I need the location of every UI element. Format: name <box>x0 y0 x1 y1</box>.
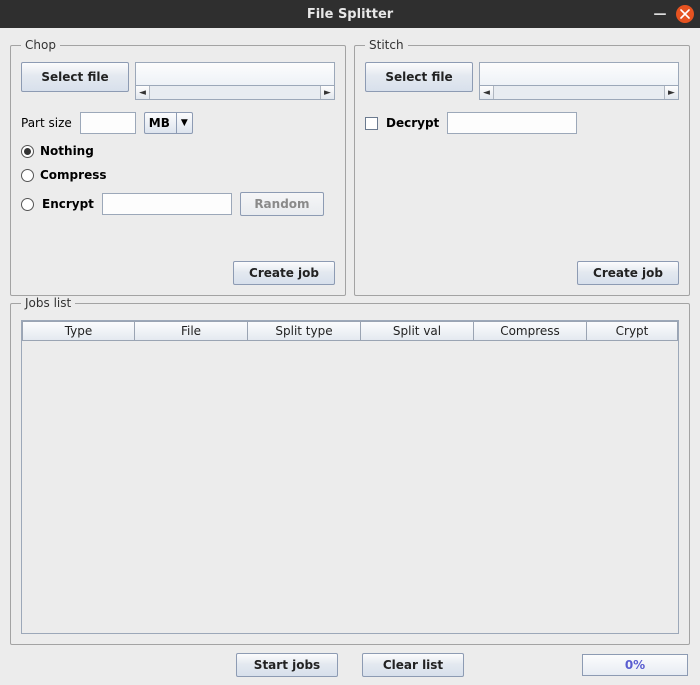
chop-create-job-button[interactable]: Create job <box>233 261 335 285</box>
part-size-label: Part size <box>21 116 72 130</box>
stitch-select-file-button[interactable]: Select file <box>365 62 473 92</box>
option-nothing-radio[interactable] <box>21 145 34 158</box>
chop-legend: Chop <box>21 38 60 52</box>
clear-list-button[interactable]: Clear list <box>362 653 464 677</box>
stitch-path-scrollbar[interactable]: ◄ ► <box>479 86 679 100</box>
jobs-table-header: Type File Split type Split val Compress … <box>22 321 678 341</box>
stitch-file-path-input[interactable] <box>479 62 679 86</box>
close-icon[interactable] <box>676 5 694 23</box>
window-title: File Splitter <box>307 7 393 22</box>
col-type[interactable]: Type <box>22 321 135 341</box>
chevron-down-icon[interactable]: ▼ <box>176 113 192 133</box>
stitch-group: Stitch Select file ◄ ► Decrypt Create jo… <box>354 38 690 296</box>
part-size-unit-value: MB <box>145 113 176 133</box>
decrypt-key-input[interactable] <box>447 112 577 134</box>
option-compress-label: Compress <box>40 168 107 182</box>
start-jobs-button[interactable]: Start jobs <box>236 653 338 677</box>
col-crypt[interactable]: Crypt <box>587 321 678 341</box>
chop-path-scrollbar[interactable]: ◄ ► <box>135 86 335 100</box>
option-encrypt-label: Encrypt <box>42 197 94 211</box>
option-compress-radio[interactable] <box>21 169 34 182</box>
decrypt-checkbox[interactable] <box>365 117 378 130</box>
col-split-type[interactable]: Split type <box>248 321 361 341</box>
footer-bar: Start jobs Clear list 0% <box>10 645 690 677</box>
part-size-input[interactable] <box>80 112 136 134</box>
decrypt-label: Decrypt <box>386 116 439 130</box>
jobs-list-legend: Jobs list <box>21 296 75 310</box>
jobs-table: Type File Split type Split val Compress … <box>21 320 679 634</box>
jobs-table-body <box>22 341 678 633</box>
chop-file-path-input[interactable] <box>135 62 335 86</box>
col-split-val[interactable]: Split val <box>361 321 474 341</box>
option-nothing-label: Nothing <box>40 144 94 158</box>
scroll-right-icon[interactable]: ► <box>320 86 334 99</box>
random-button[interactable]: Random <box>240 192 324 216</box>
chop-group: Chop Select file ◄ ► Part size MB ▼ <box>10 38 346 296</box>
col-file[interactable]: File <box>135 321 248 341</box>
titlebar: File Splitter — <box>0 0 700 28</box>
scroll-left-icon[interactable]: ◄ <box>136 86 150 99</box>
encrypt-key-input[interactable] <box>102 193 232 215</box>
part-size-unit-combo[interactable]: MB ▼ <box>144 112 193 134</box>
progress-indicator: 0% <box>582 654 688 676</box>
scroll-right-icon[interactable]: ► <box>664 86 678 99</box>
scroll-left-icon[interactable]: ◄ <box>480 86 494 99</box>
jobs-list-group: Jobs list Type File Split type Split val… <box>10 296 690 645</box>
minimize-icon[interactable]: — <box>652 6 668 22</box>
stitch-legend: Stitch <box>365 38 408 52</box>
option-encrypt-radio[interactable] <box>21 198 34 211</box>
chop-select-file-button[interactable]: Select file <box>21 62 129 92</box>
stitch-create-job-button[interactable]: Create job <box>577 261 679 285</box>
col-compress[interactable]: Compress <box>474 321 587 341</box>
